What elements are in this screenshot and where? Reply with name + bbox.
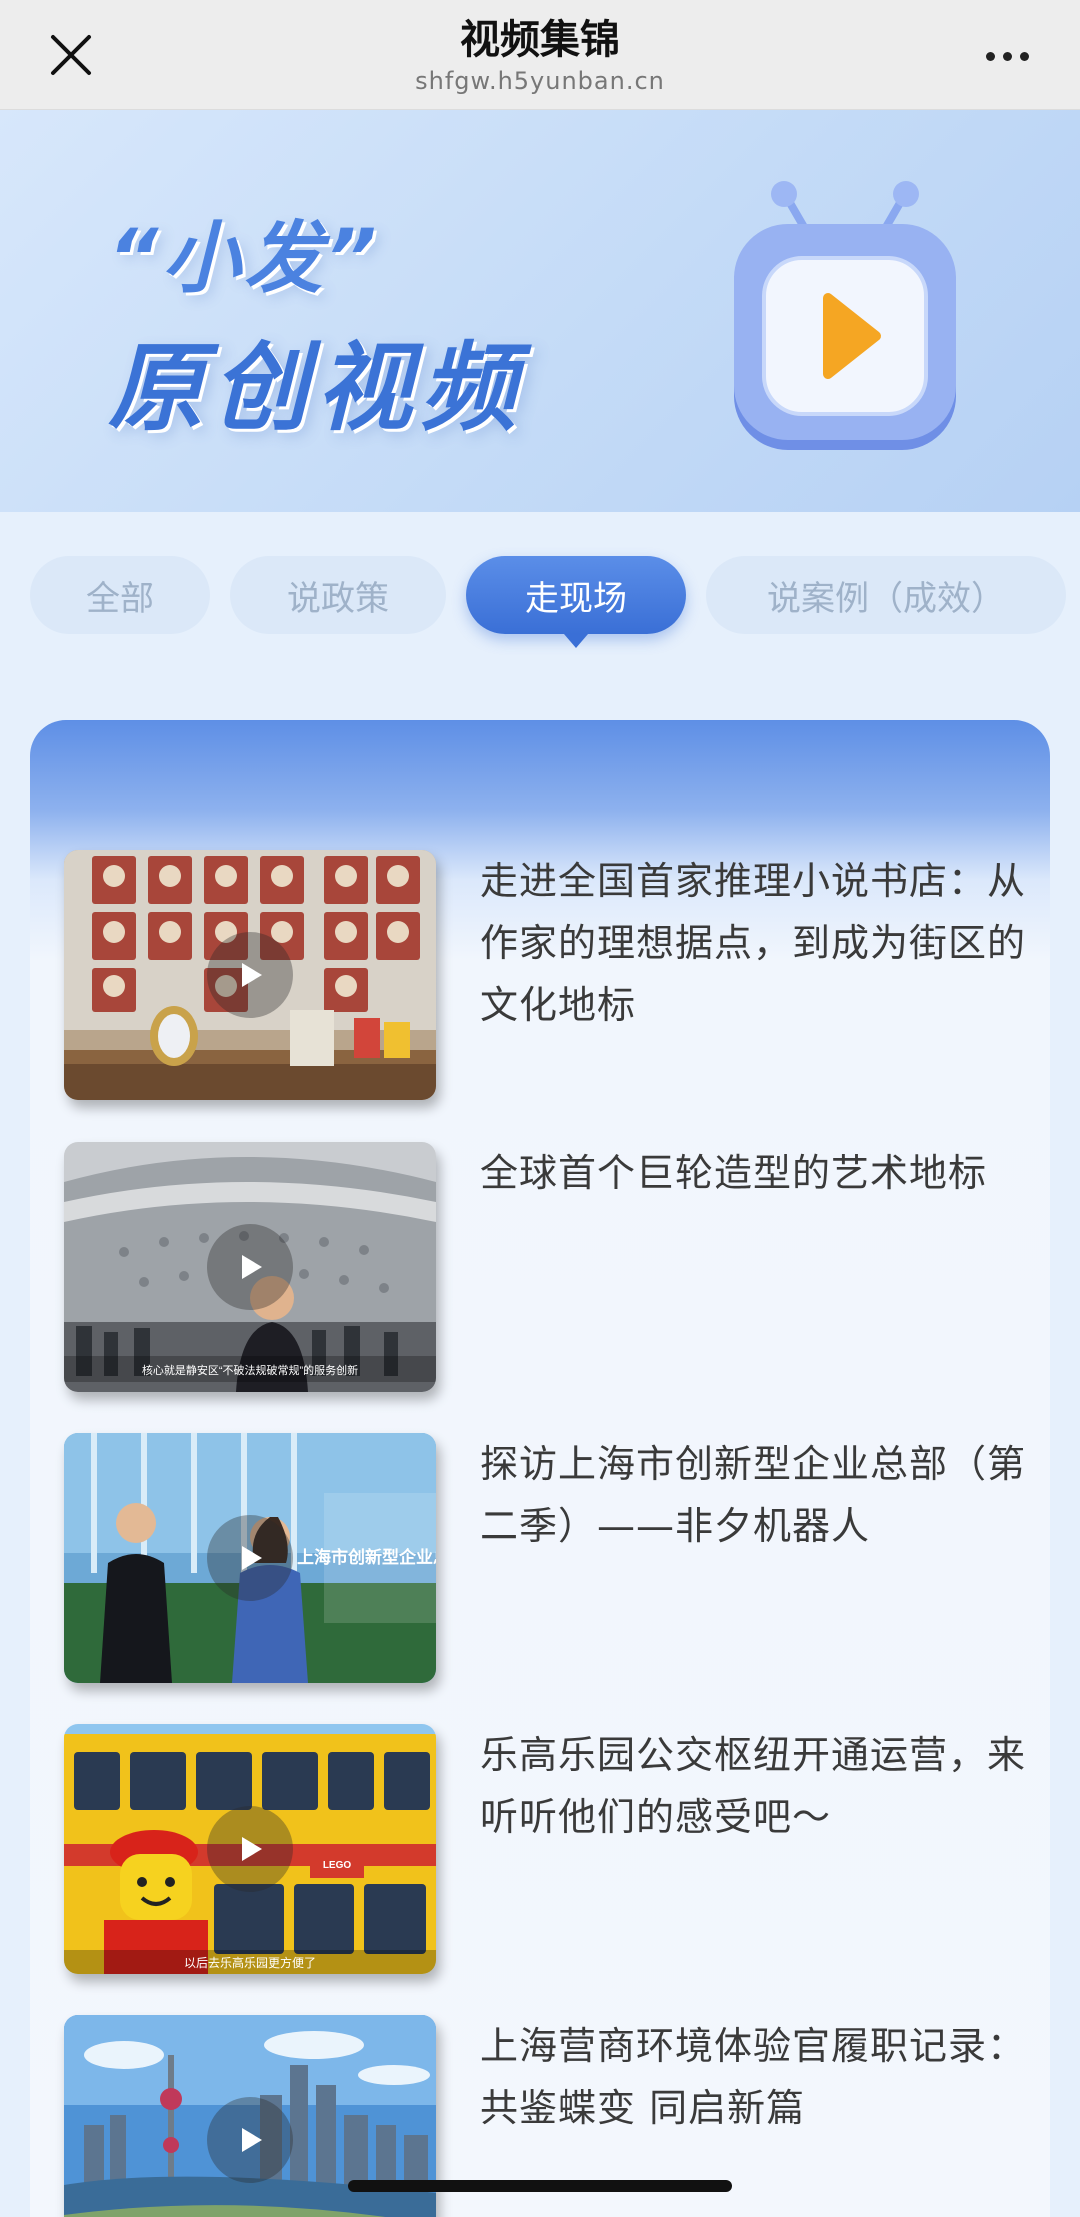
play-icon [242, 1546, 262, 1570]
category-tabs: 全部 说政策 走现场 说案例（成效） [0, 556, 1080, 648]
title-block: 视频集锦 shfgw.h5yunban.cn [0, 14, 1080, 96]
video-title: 走进全国首家推理小说书店：从作家的理想据点，到成为街区的文化地标 [480, 859, 1027, 1027]
thumbnail-caption: 核心就是静安区“不破法规破常规”的服务创新 [142, 1363, 358, 1377]
thumbnail-caption: 以后去乐高乐园更方便了 [184, 1955, 316, 1970]
video-thumbnail: LEGO 以后去乐高乐园更方便了 [64, 1724, 436, 1974]
video-item[interactable]: 核心就是静安区“不破法规破常规”的服务创新 全球首个巨轮造型的艺术地标 [64, 1142, 1054, 1392]
play-button[interactable] [207, 932, 293, 1018]
video-item[interactable]: 上海市创新型企业总部 探访上海市创新型企业总部（第二季）——非夕机器人 [64, 1433, 1054, 1683]
svg-text:LEGO: LEGO [323, 1860, 352, 1871]
play-button[interactable] [207, 1224, 293, 1310]
home-indicator [348, 2180, 732, 2192]
play-icon [242, 963, 262, 987]
tab-on-site[interactable]: 走现场 [466, 556, 686, 648]
video-item[interactable]: LEGO 以后去乐高乐园更方便了 乐高乐园公交枢纽开通运营，来听听他们的感受吧～ [64, 1724, 1054, 1974]
more-options-button[interactable] [970, 28, 1044, 84]
more-dot-icon [1002, 51, 1012, 61]
play-icon [242, 1255, 262, 1279]
page-title: 视频集锦 [460, 17, 620, 63]
video-title: 乐高乐园公交枢纽开通运营，来听听他们的感受吧～ [480, 1733, 1027, 1839]
tv-play-icon [734, 181, 956, 450]
hero-title: 原创视频 [108, 332, 524, 444]
video-title: 上海营商环境体验官履职记录：共鉴蝶变 同启新篇 [480, 2024, 1027, 2130]
play-button[interactable] [207, 2097, 293, 2183]
tab-all[interactable]: 全部 [30, 556, 210, 634]
tab-cases[interactable]: 说案例（成效） [706, 556, 1066, 634]
thumbnail-caption: 上海市创新型企业总部 [297, 1547, 436, 1567]
more-dot-icon [1019, 51, 1029, 61]
play-icon [242, 1837, 262, 1861]
more-dot-icon [985, 51, 995, 61]
video-thumbnail: 核心就是静安区“不破法规破常规”的服务创新 [64, 1142, 436, 1392]
play-icon [242, 2128, 262, 2152]
hero-subtitle: “小发” [108, 214, 381, 304]
video-item[interactable]: 走进全国首家推理小说书店：从作家的理想据点，到成为街区的文化地标 [64, 850, 1054, 1100]
hero-banner: “小发” 原创视频 [0, 110, 1080, 512]
top-navigation-bar: 视频集锦 shfgw.h5yunban.cn [0, 0, 1080, 110]
play-button[interactable] [207, 1515, 293, 1601]
tab-policy[interactable]: 说政策 [230, 556, 446, 634]
play-button[interactable] [207, 1806, 293, 1892]
video-title: 探访上海市创新型企业总部（第二季）——非夕机器人 [480, 1442, 1027, 1548]
page-url: shfgw.h5yunban.cn [415, 67, 665, 95]
video-thumbnail [64, 850, 436, 1100]
video-thumbnail: 上海市创新型企业总部 [64, 1433, 436, 1683]
video-title: 全球首个巨轮造型的艺术地标 [480, 1151, 988, 1195]
